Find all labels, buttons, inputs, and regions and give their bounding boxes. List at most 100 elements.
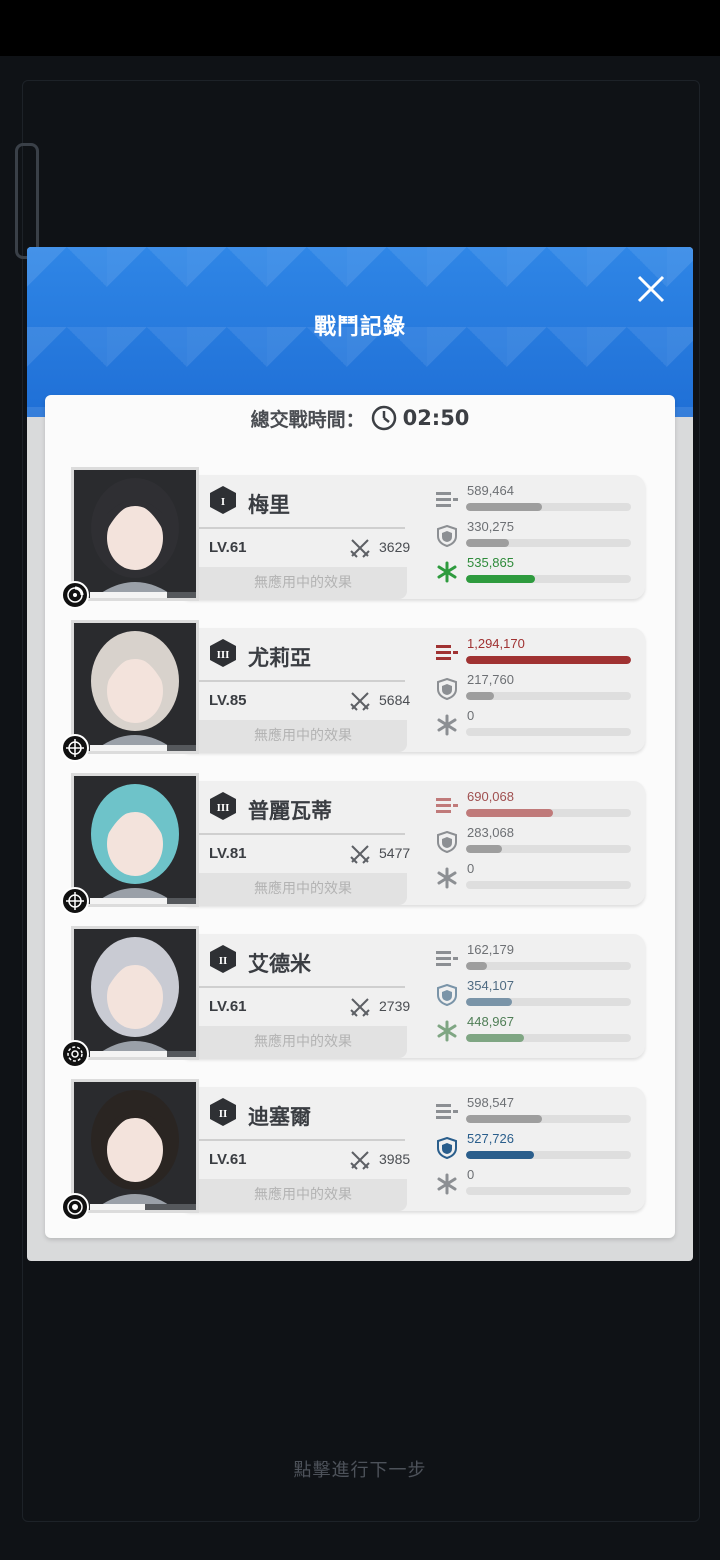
combat-power: 3629 <box>379 539 411 555</box>
damage-taken-shield-icon <box>435 524 459 548</box>
character-name: 艾德米 <box>248 952 311 976</box>
side-tab <box>15 143 39 259</box>
stat-row: 162,179 <box>435 942 635 976</box>
stat-value: 162,179 <box>467 942 514 957</box>
character-name: 迪塞爾 <box>248 1105 311 1129</box>
character-portrait <box>71 926 199 1060</box>
stat-bar <box>466 692 631 700</box>
rank-badge-icon: II <box>209 944 237 974</box>
combat-power: 3985 <box>379 1151 411 1167</box>
stat-value: 535,865 <box>467 555 514 570</box>
stat-bar <box>466 809 631 817</box>
stat-row: 283,068 <box>435 825 635 859</box>
stat-value: 217,760 <box>467 672 514 687</box>
stat-bar-fill <box>466 1034 524 1042</box>
stat-value: 448,967 <box>467 1014 514 1029</box>
rank-badge-icon: III <box>209 638 237 668</box>
crossed-swords-icon <box>350 692 370 711</box>
crossed-swords-icon <box>350 539 370 558</box>
healing-icon <box>435 1020 459 1042</box>
character-row[interactable]: II 艾德米 LV.61 2739 無應用中的效果 162,179 354,107… <box>61 926 647 1068</box>
stat-bar <box>466 728 631 736</box>
hp-bar-fill <box>90 1051 167 1057</box>
character-row[interactable]: II 迪塞爾 LV.61 3985 無應用中的效果 598,547 527,726… <box>61 1079 647 1221</box>
total-time-label: 總交戰時間： <box>250 408 365 431</box>
character-portrait <box>71 467 199 601</box>
stat-value: 283,068 <box>467 825 514 840</box>
dial-icon <box>61 581 89 609</box>
modal-title: 戰鬥記錄 <box>313 315 406 340</box>
rank-badge-icon: I <box>209 485 237 515</box>
active-effects: 無應用中的效果 <box>199 1026 407 1058</box>
stat-value: 527,726 <box>467 1131 514 1146</box>
stat-value: 0 <box>467 708 475 723</box>
hp-bar-fill <box>90 592 167 598</box>
svg-text:I: I <box>221 496 225 508</box>
total-time-row: 總交戰時間： 02:50 <box>45 403 675 433</box>
character-name: 尤莉亞 <box>248 646 311 670</box>
character-level: LV.61 <box>209 539 247 556</box>
stat-value: 598,547 <box>467 1095 514 1110</box>
svg-text:III: III <box>217 802 230 814</box>
stat-bar <box>466 656 631 664</box>
stat-bar <box>466 539 631 547</box>
portrait-image <box>74 623 196 751</box>
portrait-image <box>74 776 196 904</box>
stat-bar <box>466 1187 631 1195</box>
stat-value: 354,107 <box>467 978 514 993</box>
character-level: LV.61 <box>209 1151 247 1168</box>
close-button[interactable] <box>631 269 671 309</box>
stat-bar-fill <box>466 1115 542 1123</box>
character-row[interactable]: I 梅里 LV.61 3629 無應用中的效果 589,464 330,275 53… <box>61 467 647 609</box>
character-row[interactable]: III 普麗瓦蒂 LV.81 5477 無應用中的效果 690,068 283,0… <box>61 773 647 915</box>
stat-row: 535,865 <box>435 555 635 589</box>
stat-bar-fill <box>466 962 488 970</box>
healing-icon <box>435 714 459 736</box>
combat-power: 5477 <box>379 845 411 861</box>
svg-text:III: III <box>217 649 230 661</box>
damage-dealt-icon <box>435 489 459 511</box>
damage-taken-shield-icon <box>435 677 459 701</box>
status-bar <box>0 0 720 56</box>
rank-badge-icon: II <box>209 1097 237 1127</box>
stat-bar-fill <box>466 503 542 511</box>
stat-bar-fill <box>466 998 513 1006</box>
stat-row: 589,464 <box>435 483 635 517</box>
portrait-image <box>74 470 196 598</box>
tap-next-step[interactable]: 點擊進行下一步 <box>0 1456 720 1482</box>
stat-row: 354,107 <box>435 978 635 1012</box>
hp-bar <box>90 592 196 598</box>
stat-value: 330,275 <box>467 519 514 534</box>
healing-icon <box>435 867 459 889</box>
healing-icon <box>435 561 459 583</box>
stat-bar <box>466 1115 631 1123</box>
hp-bar-fill <box>90 745 167 751</box>
stat-row: 690,068 <box>435 789 635 823</box>
total-time-value: 02:50 <box>402 406 470 430</box>
character-level: LV.81 <box>209 845 247 862</box>
character-name: 普麗瓦蒂 <box>248 799 332 823</box>
stat-bar <box>466 1034 631 1042</box>
stat-row: 0 <box>435 861 635 895</box>
hp-bar <box>90 1051 196 1057</box>
divider <box>199 833 405 835</box>
svg-text:II: II <box>219 1108 228 1120</box>
close-icon <box>637 275 665 303</box>
crosshair-icon <box>61 734 89 762</box>
character-row[interactable]: III 尤莉亞 LV.85 5684 無應用中的效果 1,294,170 217,… <box>61 620 647 762</box>
hp-bar-fill <box>90 1204 145 1210</box>
active-effects: 無應用中的效果 <box>199 720 407 752</box>
crossed-swords-icon <box>350 1151 370 1170</box>
damage-taken-shield-icon <box>435 1136 459 1160</box>
stat-value: 0 <box>467 1167 475 1182</box>
character-portrait <box>71 773 199 907</box>
stat-value: 1,294,170 <box>467 636 525 651</box>
portrait-image <box>74 929 196 1057</box>
crossed-swords-icon <box>350 998 370 1017</box>
stat-row: 217,760 <box>435 672 635 706</box>
clock-icon <box>371 405 396 431</box>
stat-bar <box>466 1151 631 1159</box>
stat-bar-fill <box>466 845 503 853</box>
healing-icon <box>435 1173 459 1195</box>
crosshair-icon <box>61 887 89 915</box>
